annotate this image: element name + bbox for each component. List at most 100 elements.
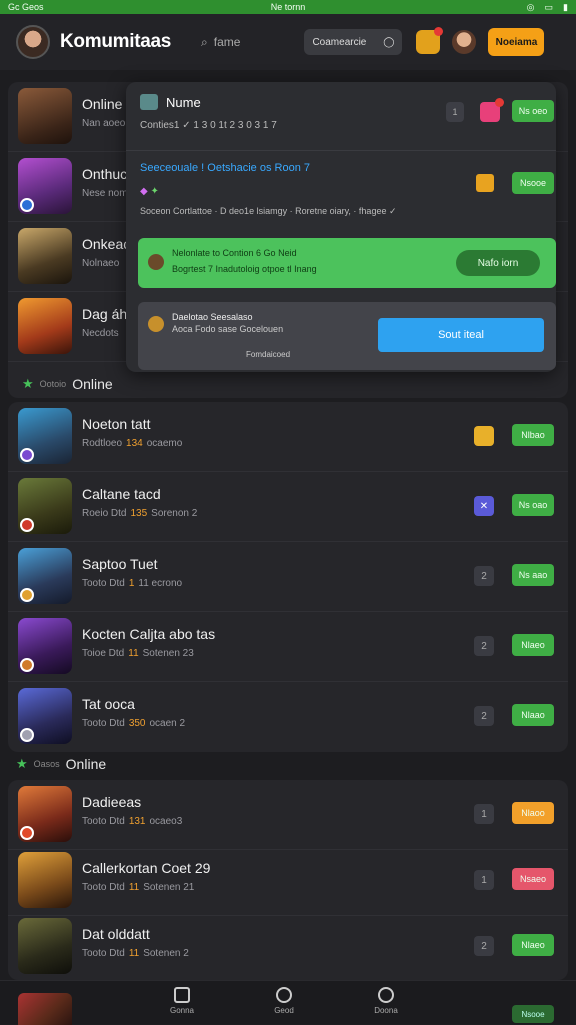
count-badge[interactable]: 2 [474, 706, 494, 726]
invite-banner: Nelonlate to Contion 6 Go Neid Bogrtest … [138, 238, 556, 288]
star-icon: ★ [22, 376, 34, 391]
join-button[interactable]: Nlaeo [512, 634, 554, 656]
section-label-small: Oasos [33, 759, 60, 769]
list-item-title: Dadieeas [82, 794, 142, 810]
share-icon[interactable]: ✕ [474, 496, 494, 516]
game-thumbnail [18, 618, 72, 674]
join-button[interactable]: Ns oao [512, 494, 554, 516]
notifications-icon[interactable] [416, 27, 444, 54]
game-badge-icon[interactable] [474, 426, 494, 446]
join-button[interactable]: Nlbao [512, 424, 554, 446]
game-thumbnail [18, 852, 72, 908]
search-icon: ⌕ [201, 34, 208, 49]
count-badge[interactable]: 1 [474, 870, 494, 890]
session-card: Daelotao Seesalaso Aoca Fodo sase Gocelo… [138, 302, 556, 370]
nav-item-home[interactable]: Gonna [162, 987, 202, 1015]
popup-subtitle: Conties1 ✓ 1 3 0 1t 2 3 0 3 1 7 [140, 120, 277, 131]
count-badge[interactable]: 1 [474, 804, 494, 824]
list-item[interactable]: Callerkortan Coet 29 Tooto Dtd 11 Sotenen … [8, 846, 568, 916]
join-button[interactable]: Nsooe [512, 1005, 554, 1023]
platform-icon [20, 198, 34, 212]
card-subtitle: Aoca Fodo sase Gocelouen [172, 324, 284, 334]
game-thumbnail [18, 88, 72, 144]
divider [126, 150, 556, 151]
count-badge[interactable]: 2 [474, 936, 494, 956]
list-item-meta: Tooto Dtd 11 Sotenen 21 [82, 882, 195, 893]
join-button[interactable]: Nlaao [512, 704, 554, 726]
search-button[interactable]: ⌕ fame [201, 35, 240, 50]
bottom-nav: Gonna Geod Doona Nsooe [0, 980, 576, 1025]
game-icon [140, 94, 158, 110]
count-badge[interactable]: 2 [474, 636, 494, 656]
join-button[interactable]: Nsaeo [512, 868, 554, 890]
platform-icon [20, 448, 34, 462]
search-label: fame [213, 35, 241, 49]
status-bar: Gc Geos Ne tornn ◎ ▭ ▮ [0, 0, 576, 14]
list-item[interactable]: Kocten Caljta abo tas Toioe Dtd 11 Sotenen… [8, 612, 568, 682]
popup-description: Soceon Cortlattoe · D deo1e lsiamgy · Ro… [140, 206, 397, 216]
online-section-2: Dadieeas Tooto Dtd 131 ocaeo3 1 Nlaoo Call… [8, 780, 568, 980]
platform-icon [20, 658, 34, 672]
list-item-title: Dag áh [82, 306, 128, 322]
list-item[interactable]: Caltane tacd Roeio Dtd 135 Sorenon 2 ✕ Ns … [8, 472, 568, 542]
list-item-title: Kocten Caljta abo tas [82, 626, 216, 642]
game-thumbnail [18, 478, 72, 534]
join-button[interactable]: Ns aao [512, 564, 554, 586]
platform-icon [20, 588, 34, 602]
list-item-title: Tat ooca [82, 696, 135, 712]
list-item-title: Noeton tatt [82, 416, 151, 432]
details-popup: Nume Conties1 ✓ 1 3 0 1t 2 3 0 3 1 7 1 N… [126, 82, 556, 372]
list-item-meta: Tooto Dtd 1 11 ecrono [82, 578, 183, 589]
list-item[interactable]: Dadieeas Tooto Dtd 131 ocaeo3 1 Nlaoo [8, 780, 568, 850]
count-badge[interactable]: 2 [474, 566, 494, 586]
section-label-small: Ootoio [39, 379, 67, 389]
join-button[interactable]: Nlaoo [512, 802, 554, 824]
list-item-meta: Nese nom [82, 188, 128, 199]
list-item[interactable]: Noeton tatt Rodtloeo 134 ocaemo Nlbao [8, 402, 568, 472]
filter-pill[interactable]: Coamearcie ◯ [304, 29, 403, 55]
list-item-meta: Tooto Dtd 131 ocaeo3 [82, 816, 183, 827]
list-item[interactable]: Dat olddatt Tooto Dtd 11 Sotenen 2 2 Nlaeo [8, 912, 568, 982]
game-thumbnail [18, 993, 72, 1025]
section-label: ★ Ootoio Online [22, 376, 113, 392]
list-item-title: Dat olddatt [82, 926, 150, 942]
profile-icon[interactable] [452, 30, 477, 54]
tag-text: ✦ [150, 186, 159, 197]
popup-title: Nume [166, 94, 201, 110]
list-item-meta: Tooto Dtd 11 Sotenen 2 [82, 948, 189, 959]
list-item[interactable]: Tat ooca Tooto Dtd 350 ocaen 2 2 Nlaao [8, 682, 568, 752]
game-thumbnail [18, 918, 72, 974]
platform-icon [20, 518, 34, 532]
list-item-meta: Tooto Dtd 350 ocaen 2 [82, 718, 186, 729]
avatar-icon [148, 316, 164, 332]
list-item-meta: Roeio Dtd 135 Sorenon 2 [82, 508, 198, 519]
list-item-title: Caltane tacd [82, 486, 161, 502]
nav-item-search[interactable]: Geod [264, 987, 304, 1015]
platform-icon [20, 826, 34, 840]
join-button[interactable]: Nlaeo [512, 934, 554, 956]
list-item-meta: Toioe Dtd 11 Sotenen 23 [82, 648, 194, 659]
wifi-icon: ◎ [526, 1, 535, 12]
signal-icon: ▮ [563, 1, 568, 12]
list-item-title: Onthuc [82, 166, 128, 182]
game-thumbnail [18, 786, 72, 842]
section-label-text: Online [72, 376, 113, 392]
nav-item-discover[interactable]: Doona [366, 987, 406, 1015]
list-item-title: Onkeac [82, 236, 131, 252]
star-icon: ★ [16, 756, 28, 771]
card-note: Fomdaicoed [246, 350, 291, 359]
popup-go-button-2[interactable]: Nsooe [512, 172, 554, 194]
list-item[interactable]: Saptoo Tuet Tooto Dtd 1 11 ecrono 2 Ns aao [8, 542, 568, 612]
banner-button[interactable]: Nafo iorn [456, 250, 540, 276]
user-avatar[interactable] [16, 25, 50, 59]
header-action-button[interactable]: Noeiama [488, 28, 545, 56]
list-item-title: Online [82, 96, 123, 112]
game-thumbnail [18, 228, 72, 284]
banner-subtitle: Bogrtest 7 Inadutoloig otpoe tl Inang [172, 264, 317, 274]
banner-title: Nelonlate to Contion 6 Go Neid [172, 248, 297, 258]
alert-icon[interactable] [480, 98, 504, 122]
count-badge[interactable]: 1 [446, 102, 464, 122]
start-button[interactable]: Sout iteal [378, 318, 544, 352]
popup-go-button[interactable]: Ns oeo [512, 100, 554, 122]
edit-icon[interactable] [476, 174, 494, 192]
